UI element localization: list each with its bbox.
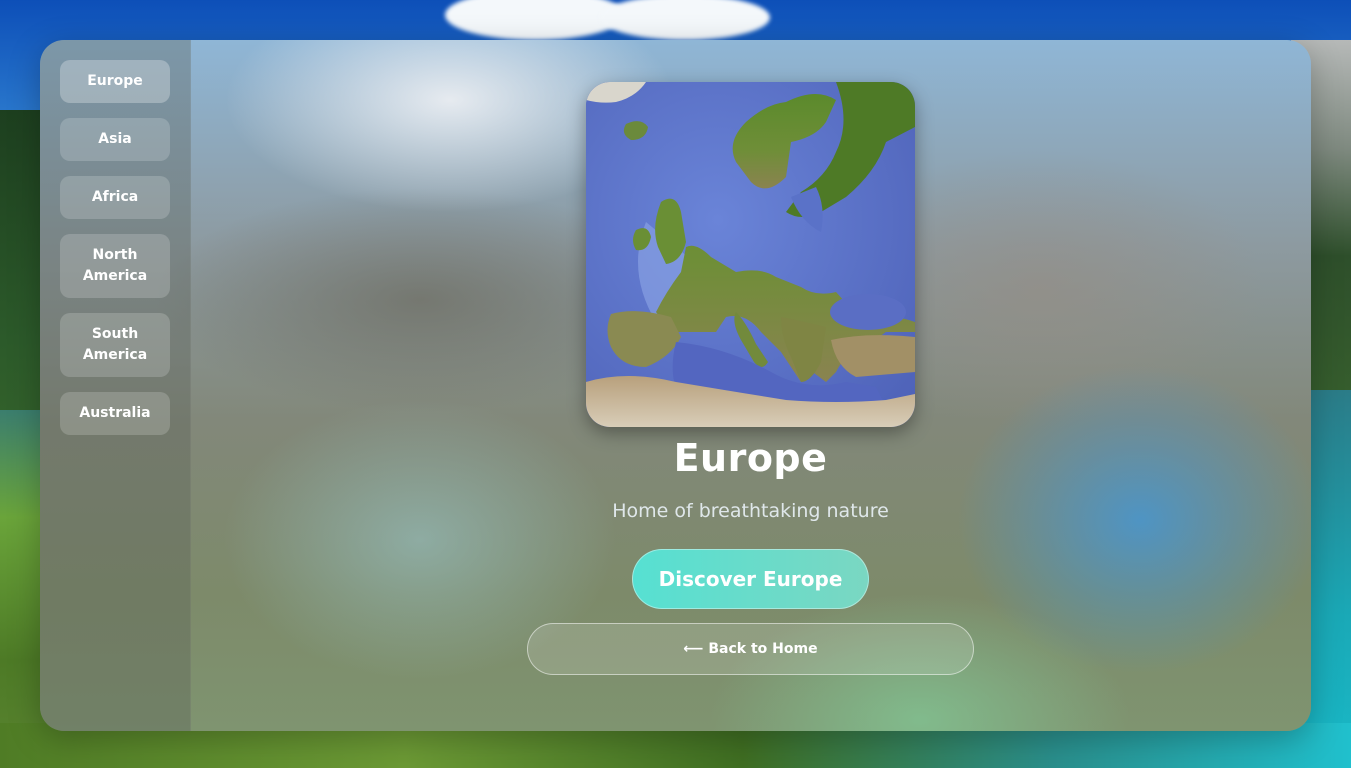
glass-panel: Europe Asia Africa North America South A… [40,40,1311,731]
nav-item-north-america[interactable]: North America [60,234,170,298]
nav-item-asia[interactable]: Asia [60,118,170,161]
sidebar: Europe Asia Africa North America South A… [40,40,191,731]
europe-map-image [586,82,915,427]
continent-subtitle: Home of breathtaking nature [612,500,889,522]
nav-item-australia[interactable]: Australia [60,392,170,435]
continent-title: Europe [673,436,828,480]
nav-item-south-america[interactable]: South America [60,313,170,377]
nav-item-europe[interactable]: Europe [60,60,170,103]
nav-item-africa[interactable]: Africa [60,176,170,219]
continent-nav: Europe Asia Africa North America South A… [40,40,190,435]
back-to-home-button[interactable]: ⟵ Back to Home [527,623,974,675]
discover-button[interactable]: Discover Europe [632,549,869,609]
main-content: Europe Home of breathtaking nature Disco… [190,40,1311,731]
